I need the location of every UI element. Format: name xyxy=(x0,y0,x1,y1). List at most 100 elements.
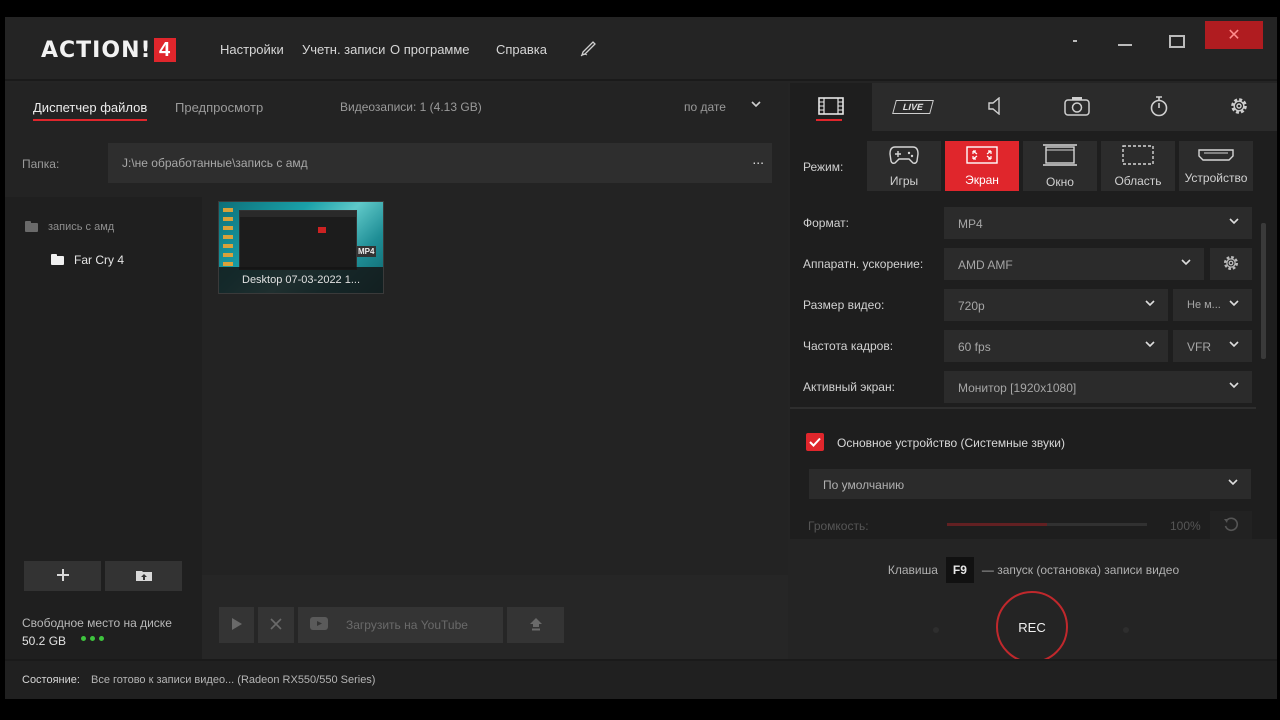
live-icon: LIVE xyxy=(892,100,934,114)
setting-label: Аппаратн. ускорение: xyxy=(803,257,924,271)
folder-path-field[interactable]: J:\не обработанные\запись с амд ... xyxy=(108,143,772,183)
recordings-grid: MP4 Desktop 07-03-2022 1... xyxy=(202,197,788,575)
chevron-down-icon[interactable] xyxy=(750,97,762,113)
tab-file-manager-label: Диспетчер файлов xyxy=(33,100,148,115)
active-screen-select[interactable]: Монитор [1920x1080] xyxy=(944,371,1252,403)
tree-item-far-cry-4[interactable]: Far Cry 4 xyxy=(51,253,124,267)
upload-button[interactable] xyxy=(507,607,564,643)
setting-row-video-size: Размер видео: 720p Не м... xyxy=(790,285,1256,325)
tab-settings[interactable] xyxy=(1200,83,1277,131)
folder-icon xyxy=(51,253,64,265)
mode-window[interactable]: Окно xyxy=(1023,141,1097,191)
fps-select[interactable]: 60 fps xyxy=(944,330,1168,362)
tab-timer[interactable] xyxy=(1118,83,1200,131)
mode-region[interactable]: Область xyxy=(1101,141,1175,191)
setting-row-fps: Частота кадров: 60 fps VFR xyxy=(790,326,1256,366)
tree-item-root[interactable]: запись с амд xyxy=(25,220,115,233)
upload-icon xyxy=(529,617,543,634)
menu-accounts[interactable]: Учетн. записи xyxy=(302,42,385,57)
logo-version: 4 xyxy=(153,38,176,62)
hw-accel-select[interactable]: AMD AMF xyxy=(944,248,1204,280)
mode-screen[interactable]: Экран xyxy=(945,141,1019,191)
hotkey-prefix: Клавиша xyxy=(887,563,938,577)
free-space-label: Свободное место на диске xyxy=(22,616,172,630)
mode-device[interactable]: Устройство xyxy=(1179,141,1253,191)
reset-icon xyxy=(1223,517,1239,536)
record-label: REC xyxy=(1018,619,1046,635)
tab-screenshot[interactable] xyxy=(1036,83,1118,131)
youtube-icon xyxy=(310,617,328,633)
setting-row-active-screen: Активный экран: Монитор [1920x1080] xyxy=(790,367,1256,407)
thumbnail-caption-bar: Desktop 07-03-2022 1... xyxy=(219,267,383,293)
status-label: Состояние: xyxy=(22,674,80,686)
mode-screen-label: Экран xyxy=(965,172,999,187)
left-bottom-panel: Свободное место на диске 50.2 GB xyxy=(5,547,202,659)
volume-slider[interactable] xyxy=(947,523,1147,526)
audio-device-value: По умолчанию xyxy=(823,478,905,492)
hw-accel-value: AMD AMF xyxy=(958,258,1013,272)
add-folder-button[interactable] xyxy=(24,561,101,591)
fps-mode-select[interactable]: VFR xyxy=(1173,330,1252,362)
free-space-value: 50.2 GB xyxy=(22,634,67,648)
restore-button[interactable] xyxy=(1165,27,1189,55)
browse-folder-button[interactable]: ... xyxy=(752,151,764,167)
folder-icon xyxy=(25,220,38,232)
audio-device-select[interactable]: По умолчанию xyxy=(809,469,1251,499)
indicator-dot xyxy=(1123,627,1129,633)
recording-action-bar: Загрузить на YouTube xyxy=(202,575,788,659)
tab-live[interactable]: LIVE xyxy=(872,83,954,131)
tree-item-label: Far Cry 4 xyxy=(74,253,125,267)
menu-about[interactable]: О программе xyxy=(390,42,470,57)
active-tab-underline xyxy=(816,119,842,121)
tab-audio[interactable] xyxy=(954,83,1036,131)
sort-dropdown[interactable]: по дате xyxy=(684,100,726,114)
menu-help[interactable]: Справка xyxy=(496,42,547,57)
dot-button[interactable] xyxy=(1065,27,1085,55)
upload-youtube-button[interactable]: Загрузить на YouTube xyxy=(298,607,503,643)
delete-button[interactable] xyxy=(258,607,294,643)
gear-icon xyxy=(1222,254,1240,275)
mode-window-label: Окно xyxy=(1046,174,1074,189)
video-size-value: 720p xyxy=(958,299,985,313)
stopwatch-icon xyxy=(1149,95,1169,120)
tab-preview[interactable]: Предпросмотр xyxy=(175,100,263,115)
tab-preview-label: Предпросмотр xyxy=(175,100,264,115)
tab-video[interactable] xyxy=(790,83,872,131)
title-bar: ACTION! 4 Настройки Учетн. записи О прог… xyxy=(5,17,1277,81)
tab-file-manager[interactable]: Диспетчер файлов xyxy=(33,100,148,121)
disk-status-dots xyxy=(81,636,104,641)
active-tab-underline xyxy=(33,119,148,121)
hw-accel-settings-button[interactable] xyxy=(1210,248,1252,280)
pen-icon[interactable] xyxy=(580,41,598,60)
gear-icon xyxy=(1229,96,1249,119)
fps-value: 60 fps xyxy=(958,340,991,354)
mode-games[interactable]: Игры xyxy=(867,141,941,191)
play-button[interactable] xyxy=(219,607,254,643)
folder-path: J:\не обработанные\запись с амд xyxy=(122,156,308,170)
plus-icon xyxy=(56,565,70,588)
video-scale-select[interactable]: Не м... xyxy=(1173,289,1252,321)
volume-label: Громкость: xyxy=(808,519,869,533)
region-icon xyxy=(1122,144,1154,168)
recording-thumbnail[interactable]: MP4 Desktop 07-03-2022 1... xyxy=(218,201,384,294)
format-tag: MP4 xyxy=(356,246,377,257)
hotkey-hint: Клавиша F9 — запуск (остановка) записи в… xyxy=(790,557,1277,583)
close-button[interactable]: ✕ xyxy=(1205,21,1263,49)
open-folder-button[interactable] xyxy=(105,561,182,591)
tree-item-label: запись с амд xyxy=(48,221,115,233)
fullscreen-icon xyxy=(966,145,998,167)
audio-device-checkbox[interactable] xyxy=(806,433,824,451)
format-select[interactable]: MP4 xyxy=(944,207,1252,239)
video-size-select[interactable]: 720p xyxy=(944,289,1168,321)
status-bar: Состояние: Все готово к записи видео... … xyxy=(5,659,1277,699)
volume-fill xyxy=(947,523,1047,526)
format-value: MP4 xyxy=(958,217,983,231)
file-manager-pane: Диспетчер файлов Предпросмотр Видеозапис… xyxy=(5,83,788,659)
app-logo: ACTION! 4 xyxy=(41,36,176,64)
settings-scrollbar[interactable] xyxy=(1261,223,1266,359)
folder-tree: запись с амд Far Cry 4 xyxy=(5,197,202,547)
volume-reset-button[interactable] xyxy=(1210,511,1252,541)
minimize-button[interactable] xyxy=(1113,27,1137,55)
record-button[interactable]: REC xyxy=(996,591,1068,663)
menu-settings[interactable]: Настройки xyxy=(220,42,284,57)
